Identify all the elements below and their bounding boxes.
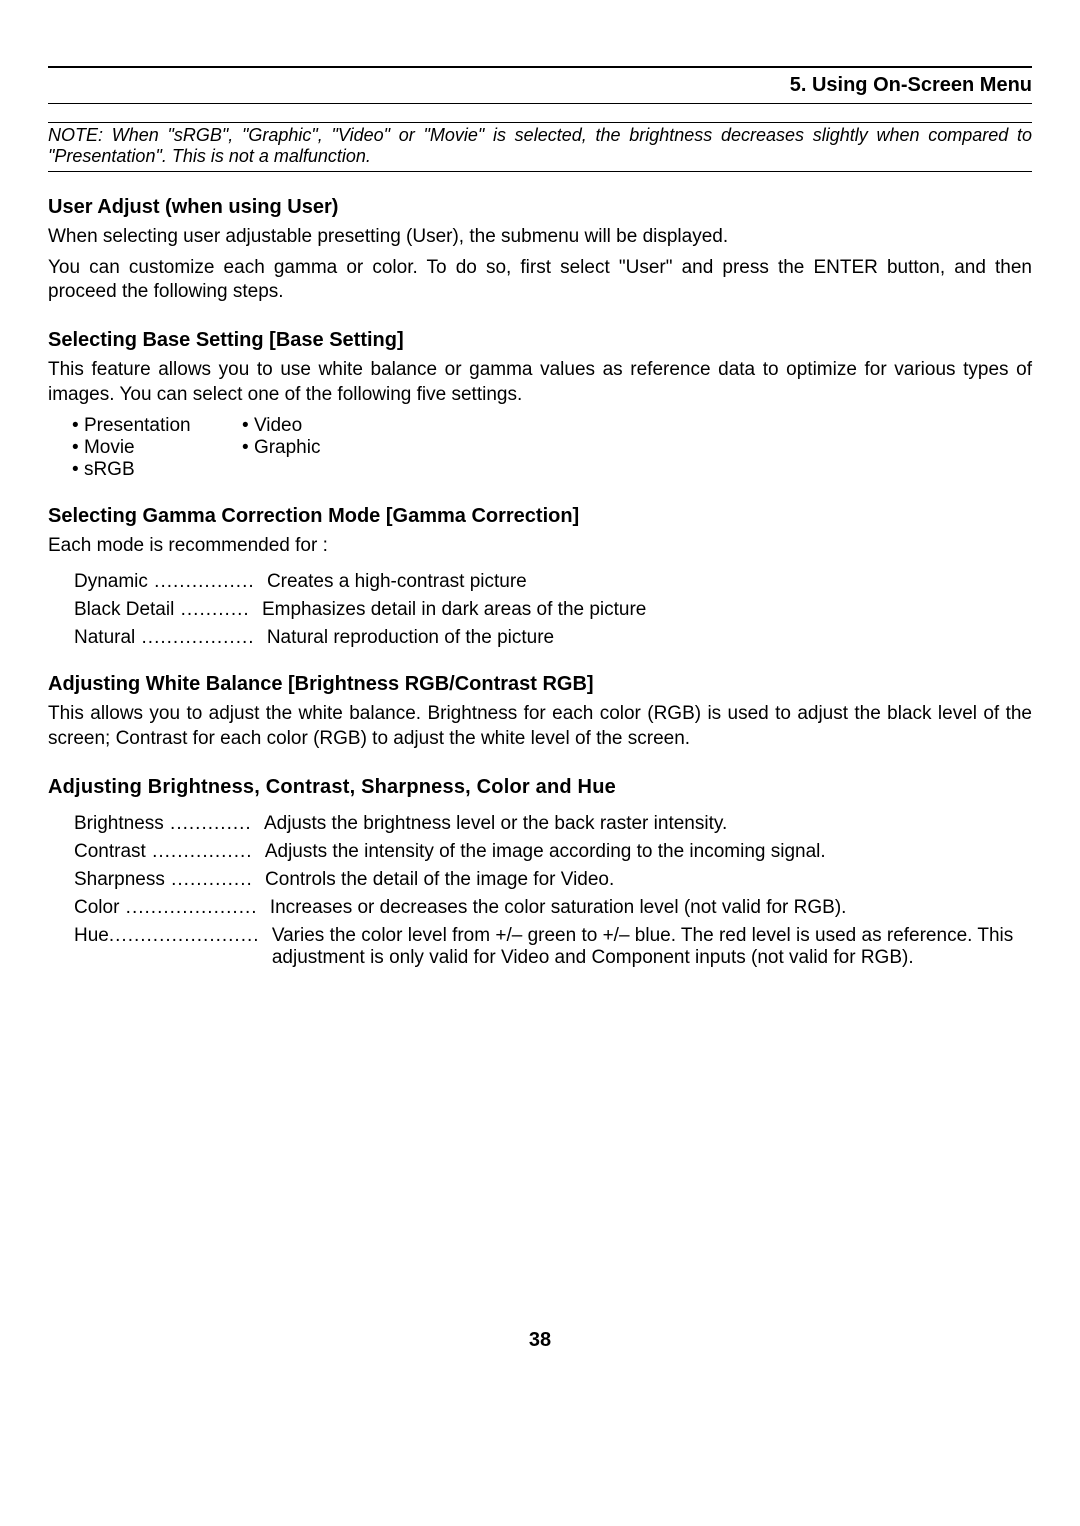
- def-term: Brightness: [74, 813, 164, 835]
- user-adjust-p1: When selecting user adjustable presettin…: [48, 225, 1032, 250]
- def-term: Black Detail: [74, 599, 174, 621]
- bullet-row: • Presentation • Video: [72, 415, 1032, 437]
- def-row: Brightness ............. Adjusts the bri…: [74, 813, 1032, 835]
- bullet-item: • sRGB: [72, 459, 242, 481]
- def-term: Dynamic: [74, 571, 148, 593]
- bullet-label: Graphic: [254, 437, 321, 458]
- def-dots: .....................: [119, 897, 263, 919]
- page-header: 5. Using On-Screen Menu: [48, 70, 1032, 101]
- bullet-label: sRGB: [84, 459, 135, 480]
- def-dots: ........................: [109, 925, 266, 947]
- def-row: Dynamic ................ Creates a high-…: [74, 571, 1032, 593]
- def-term: Contrast: [74, 841, 146, 863]
- def-dots: ..................: [135, 627, 261, 649]
- def-desc: Varies the color level from +/– green to…: [266, 925, 1032, 969]
- heading-base-setting: Selecting Base Setting [Base Setting]: [48, 329, 1032, 352]
- bullet-item: • Graphic: [242, 437, 412, 459]
- def-desc: Creates a high-contrast picture: [261, 571, 1032, 593]
- def-row: Black Detail ........... Emphasizes deta…: [74, 599, 1032, 621]
- body-base-setting: This feature allows you to use white bal…: [48, 358, 1032, 407]
- def-desc: Adjusts the brightness level or the back…: [258, 813, 1032, 835]
- def-term: Hue: [74, 925, 109, 947]
- base-setting-p: This feature allows you to use white bal…: [48, 358, 1032, 407]
- heading-white-balance: Adjusting White Balance [Brightness RGB/…: [48, 673, 1032, 696]
- bullet-row: • Movie • Graphic: [72, 437, 1032, 459]
- page-number: 38: [48, 1329, 1032, 1352]
- gamma-list: Dynamic ................ Creates a high-…: [74, 571, 1032, 649]
- bullet-item: • Presentation: [72, 415, 242, 437]
- body-gamma: Each mode is recommended for :: [48, 534, 1032, 559]
- header-rule-bottom: [48, 103, 1032, 104]
- def-dots: .............: [165, 869, 259, 891]
- bullet-label: Movie: [84, 437, 135, 458]
- note-box: NOTE: When "sRGB", "Graphic", "Video" or…: [48, 122, 1032, 172]
- def-term: Color: [74, 897, 119, 919]
- def-desc: Increases or decreases the color saturat…: [264, 897, 1032, 919]
- white-balance-p: This allows you to adjust the white bala…: [48, 702, 1032, 751]
- bullet-label: Presentation: [84, 415, 191, 436]
- base-setting-bullets: • Presentation • Video • Movie • Graphic…: [72, 415, 1032, 481]
- page-container: 5. Using On-Screen Menu NOTE: When "sRGB…: [0, 0, 1080, 1382]
- def-row: Color ..................... Increases or…: [74, 897, 1032, 919]
- def-desc: Adjusts the intensity of the image accor…: [259, 841, 1032, 863]
- def-row: Sharpness ............. Controls the det…: [74, 869, 1032, 891]
- def-desc: Emphasizes detail in dark areas of the p…: [256, 599, 1032, 621]
- heading-user-adjust: User Adjust (when using User): [48, 196, 1032, 219]
- def-term: Sharpness: [74, 869, 165, 891]
- def-dots: ................: [146, 841, 259, 863]
- header-rule-top: [48, 66, 1032, 68]
- gamma-p: Each mode is recommended for :: [48, 534, 1032, 559]
- def-row: Natural .................. Natural repro…: [74, 627, 1032, 649]
- bullet-item: • Movie: [72, 437, 242, 459]
- heading-gamma: Selecting Gamma Correction Mode [Gamma C…: [48, 505, 1032, 528]
- heading-adjusting: Adjusting Brightness, Contrast, Sharpnes…: [48, 776, 1032, 799]
- bullet-item: • Video: [242, 415, 412, 437]
- bullet-row: • sRGB: [72, 459, 1032, 481]
- def-dots: .............: [164, 813, 258, 835]
- def-dots: ................: [148, 571, 261, 593]
- def-desc: Natural reproduction of the picture: [261, 627, 1032, 649]
- def-row: Hue ........................ Varies the …: [74, 925, 1032, 969]
- user-adjust-p2: You can customize each gamma or color. T…: [48, 256, 1032, 305]
- adjusting-list: Brightness ............. Adjusts the bri…: [74, 813, 1032, 969]
- body-user-adjust: When selecting user adjustable presettin…: [48, 225, 1032, 305]
- def-desc: Controls the detail of the image for Vid…: [259, 869, 1032, 891]
- def-dots: ...........: [174, 599, 256, 621]
- def-term: Natural: [74, 627, 135, 649]
- body-white-balance: This allows you to adjust the white bala…: [48, 702, 1032, 751]
- def-row: Contrast ................ Adjusts the in…: [74, 841, 1032, 863]
- bullet-label: Video: [254, 415, 302, 436]
